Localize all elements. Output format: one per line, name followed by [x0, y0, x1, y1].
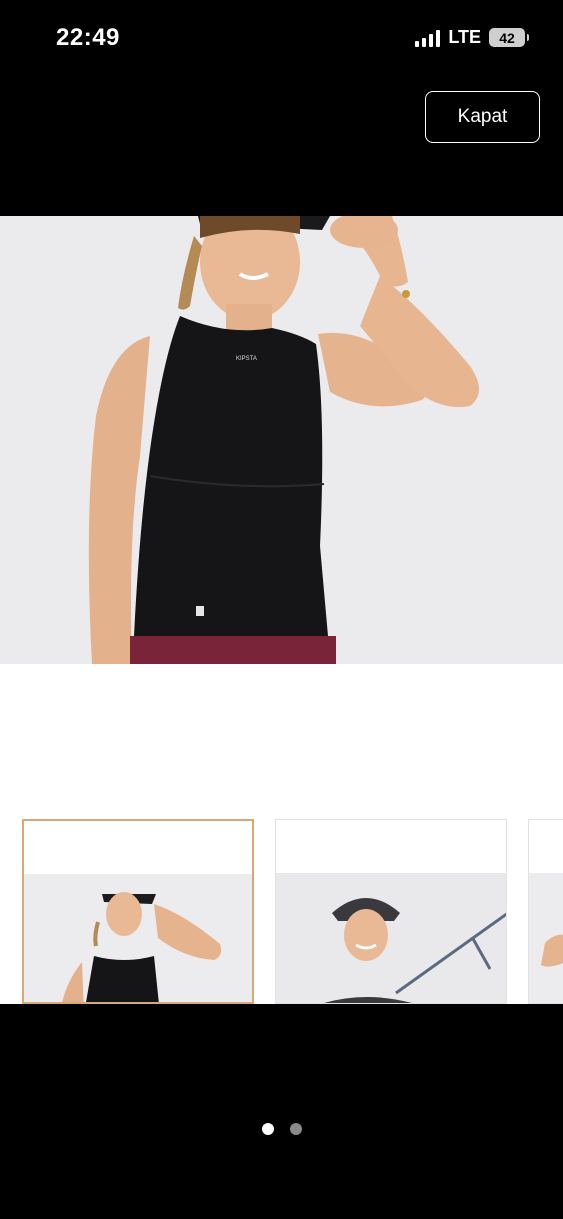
signal-icon	[415, 29, 441, 47]
thumbnail-image-3	[529, 873, 563, 1003]
image-viewer[interactable]: KIPSTA	[0, 216, 563, 1004]
status-indicators: LTE 42	[415, 27, 529, 48]
thumbnail-item-3[interactable]	[528, 819, 563, 1004]
thumbnail-item-2[interactable]	[275, 819, 507, 1004]
battery-level: 42	[499, 29, 515, 46]
product-main-image[interactable]: KIPSTA	[0, 216, 563, 664]
svg-text:KIPSTA: KIPSTA	[236, 356, 257, 362]
page-dot-1[interactable]	[261, 1123, 274, 1135]
product-photo-illustration: KIPSTA	[0, 216, 563, 664]
close-button[interactable]: Kapat	[425, 91, 540, 143]
thumbnail-image-2	[276, 873, 506, 1003]
page-dot-2[interactable]	[289, 1123, 302, 1135]
thumbnail-strip[interactable]	[22, 819, 563, 1004]
battery-icon: 42	[489, 28, 529, 47]
status-bar: 22:49 LTE 42	[0, 0, 563, 78]
network-type: LTE	[448, 27, 481, 47]
thumbnail-item-1[interactable]	[22, 819, 254, 1004]
thumbnail-image-1	[24, 874, 252, 1002]
page-indicator	[0, 1123, 563, 1135]
status-time: 22:49	[56, 24, 120, 51]
